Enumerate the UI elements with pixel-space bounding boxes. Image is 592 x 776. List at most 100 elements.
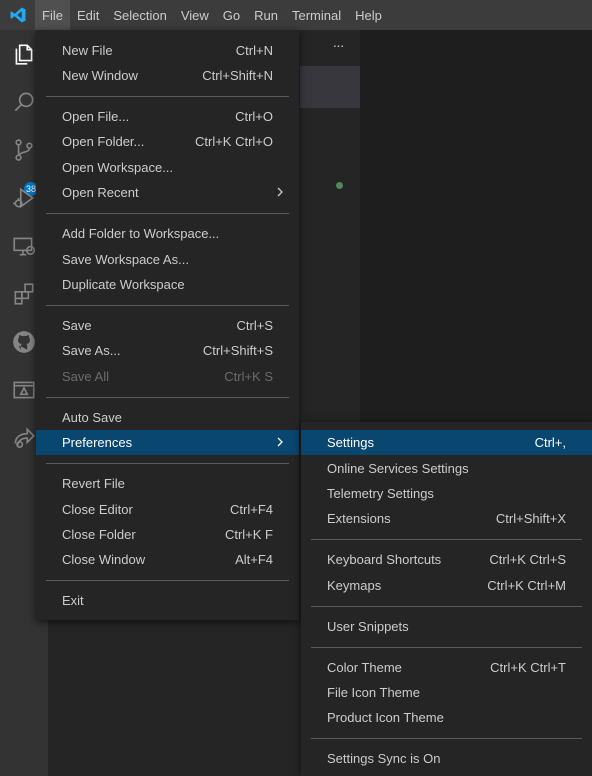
menu-item-open-folder[interactable]: Open Folder... Ctrl+K Ctrl+O bbox=[36, 129, 299, 154]
menu-item-label: Close Editor bbox=[62, 502, 133, 517]
menu-item-label: Extensions bbox=[327, 511, 391, 526]
menu-item-shortcut: Ctrl+, bbox=[534, 435, 566, 450]
menu-item-shortcut: Ctrl+K S bbox=[224, 369, 273, 384]
menu-item-label: Product Icon Theme bbox=[327, 710, 444, 725]
menu-item-label: File Icon Theme bbox=[327, 685, 420, 700]
menu-help[interactable]: Help bbox=[348, 0, 389, 30]
menu-item-label: User Snippets bbox=[327, 619, 409, 634]
menu-separator bbox=[46, 463, 289, 464]
menu-item-shortcut: Ctrl+K Ctrl+T bbox=[490, 660, 566, 675]
menu-item-label: Open File... bbox=[62, 109, 130, 124]
menu-file[interactable]: File bbox=[35, 0, 70, 30]
menu-separator bbox=[46, 580, 289, 581]
menu-item-shortcut: Ctrl+K Ctrl+O bbox=[194, 134, 273, 149]
menu-item-label: Preferences bbox=[62, 435, 133, 450]
menu-item-close-editor[interactable]: Close Editor Ctrl+F4 bbox=[36, 497, 299, 522]
menu-separator bbox=[46, 397, 289, 398]
menu-item-shortcut: Ctrl+Shift+S bbox=[202, 343, 273, 358]
sidebar-selected-row[interactable] bbox=[300, 66, 360, 108]
file-menu: New File Ctrl+N New Window Ctrl+Shift+N … bbox=[36, 30, 299, 620]
menu-item-shortcut: Ctrl+O bbox=[235, 109, 273, 124]
vscode-logo-icon bbox=[0, 0, 35, 30]
menu-separator bbox=[311, 539, 582, 540]
menu-item-shortcut: Ctrl+Shift+X bbox=[495, 511, 566, 526]
menu-item-keyboard-shortcuts[interactable]: Keyboard Shortcuts Ctrl+K Ctrl+S bbox=[301, 547, 592, 572]
menu-item-label: Exit bbox=[62, 593, 84, 608]
menu-item-label: Color Theme bbox=[327, 660, 402, 675]
menu-item-save-all: Save All Ctrl+K S bbox=[36, 364, 299, 389]
menu-item-shortcut: Alt+F4 bbox=[235, 552, 273, 567]
menu-item-add-folder-to-workspace[interactable]: Add Folder to Workspace... bbox=[36, 221, 299, 246]
menu-item-revert-file[interactable]: Revert File bbox=[36, 471, 299, 496]
menu-item-color-theme[interactable]: Color Theme Ctrl+K Ctrl+T bbox=[301, 655, 592, 680]
menu-item-online-services-settings[interactable]: Online Services Settings bbox=[301, 456, 592, 481]
menu-item-shortcut: Ctrl+N bbox=[235, 43, 273, 58]
menu-item-label: Duplicate Workspace bbox=[62, 277, 185, 292]
menu-item-new-file[interactable]: New File Ctrl+N bbox=[36, 38, 299, 63]
menu-item-label: New File bbox=[62, 43, 113, 58]
menu-item-shortcut: Ctrl+S bbox=[236, 318, 273, 333]
menu-item-label: Revert File bbox=[62, 476, 125, 491]
menu-item-label: Settings bbox=[327, 435, 374, 450]
menu-item-label: Keymaps bbox=[327, 578, 382, 593]
menu-item-save-as[interactable]: Save As... Ctrl+Shift+S bbox=[36, 338, 299, 363]
menu-item-label: Add Folder to Workspace... bbox=[62, 226, 220, 241]
menu-separator bbox=[46, 305, 289, 306]
menu-item-keymaps[interactable]: Keymaps Ctrl+K Ctrl+M bbox=[301, 573, 592, 598]
menu-item-product-icon-theme[interactable]: Product Icon Theme bbox=[301, 705, 592, 730]
menu-item-shortcut: Ctrl+Shift+N bbox=[202, 68, 273, 83]
menu-item-save[interactable]: Save Ctrl+S bbox=[36, 313, 299, 338]
chevron-right-icon bbox=[277, 437, 283, 447]
menu-item-label: Save Workspace As... bbox=[62, 252, 189, 267]
menu-item-exit[interactable]: Exit bbox=[36, 588, 299, 613]
menu-item-shortcut: Ctrl+F4 bbox=[230, 502, 273, 517]
menu-edit[interactable]: Edit bbox=[70, 0, 106, 30]
menu-item-label: Save As... bbox=[62, 343, 121, 358]
title-bar: File Edit Selection View Go Run Terminal… bbox=[0, 0, 592, 30]
menu-item-open-recent[interactable]: Open Recent bbox=[36, 180, 299, 205]
menu-item-save-workspace-as[interactable]: Save Workspace As... bbox=[36, 247, 299, 272]
menu-terminal[interactable]: Terminal bbox=[285, 0, 348, 30]
menu-item-new-window[interactable]: New Window Ctrl+Shift+N bbox=[36, 63, 299, 88]
menu-separator bbox=[311, 738, 582, 739]
menu-separator bbox=[46, 96, 289, 97]
menu-item-auto-save[interactable]: Auto Save bbox=[36, 405, 299, 430]
menu-separator bbox=[311, 606, 582, 607]
menu-item-label: Open Workspace... bbox=[62, 160, 174, 175]
menu-item-label: Open Folder... bbox=[62, 134, 145, 149]
menu-separator bbox=[46, 213, 289, 214]
menu-item-label: Close Folder bbox=[62, 527, 136, 542]
menu-item-open-workspace[interactable]: Open Workspace... bbox=[36, 155, 299, 180]
menu-item-settings-sync[interactable]: Settings Sync is On bbox=[301, 746, 592, 771]
menu-item-close-window[interactable]: Close Window Alt+F4 bbox=[36, 547, 299, 572]
menu-item-file-icon-theme[interactable]: File Icon Theme bbox=[301, 680, 592, 705]
menu-view[interactable]: View bbox=[174, 0, 216, 30]
status-dot-icon bbox=[336, 182, 343, 189]
menu-item-label: Settings Sync is On bbox=[327, 751, 441, 766]
menu-item-preferences[interactable]: Preferences bbox=[36, 430, 299, 455]
menu-go[interactable]: Go bbox=[216, 0, 247, 30]
more-actions-icon[interactable]: ··· bbox=[329, 38, 347, 56]
menu-item-user-snippets[interactable]: User Snippets bbox=[301, 614, 592, 639]
menu-item-label: Auto Save bbox=[62, 410, 122, 425]
menu-item-shortcut: Ctrl+K F bbox=[224, 527, 273, 542]
preferences-submenu: Settings Ctrl+, Online Services Settings… bbox=[301, 422, 592, 776]
menu-item-duplicate-workspace[interactable]: Duplicate Workspace bbox=[36, 272, 299, 297]
menu-selection[interactable]: Selection bbox=[106, 0, 173, 30]
menu-item-label: New Window bbox=[62, 68, 138, 83]
menu-run[interactable]: Run bbox=[247, 0, 285, 30]
menu-item-label: Close Window bbox=[62, 552, 146, 567]
menu-item-label: Telemetry Settings bbox=[327, 486, 434, 501]
menu-item-extensions[interactable]: Extensions Ctrl+Shift+X bbox=[301, 506, 592, 531]
menu-item-label: Save bbox=[62, 318, 92, 333]
menu-item-label: Save All bbox=[62, 369, 109, 384]
menu-item-close-folder[interactable]: Close Folder Ctrl+K F bbox=[36, 522, 299, 547]
menu-item-shortcut: Ctrl+K Ctrl+S bbox=[489, 552, 566, 567]
menu-item-shortcut: Ctrl+K Ctrl+M bbox=[487, 578, 566, 593]
menu-item-label: Open Recent bbox=[62, 185, 139, 200]
menu-item-open-file[interactable]: Open File... Ctrl+O bbox=[36, 104, 299, 129]
menu-item-telemetry-settings[interactable]: Telemetry Settings bbox=[301, 481, 592, 506]
menu-item-label: Online Services Settings bbox=[327, 461, 469, 476]
menu-item-settings[interactable]: Settings Ctrl+, bbox=[301, 430, 592, 455]
menu-item-label: Keyboard Shortcuts bbox=[327, 552, 442, 567]
